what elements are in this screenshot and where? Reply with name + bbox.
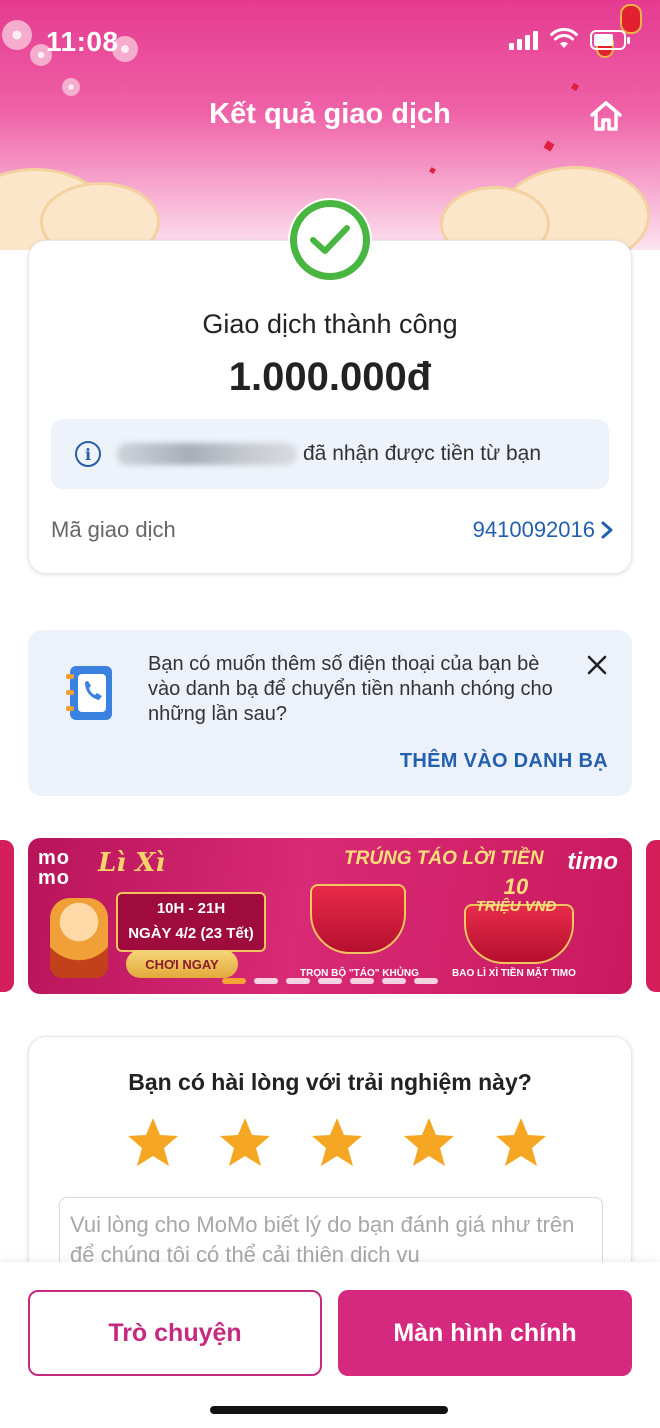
- close-icon[interactable]: [586, 654, 608, 676]
- add-contact-message: Bạn có muốn thêm số điện thoại của bạn b…: [148, 653, 553, 725]
- result-amount: 1.000.000đ: [228, 355, 432, 399]
- confetti-decoration: [429, 167, 436, 174]
- info-icon: i: [75, 441, 101, 467]
- carousel-dot[interactable]: [254, 978, 278, 984]
- star-icon[interactable]: [125, 1115, 181, 1171]
- banner-headline: TRÚNG TÁO LỜI TIỀN: [344, 848, 544, 869]
- promo-banner[interactable]: mo mo Lì Xì 10H - 21H NGÀY 4/2 (23 Tết) C…: [28, 838, 632, 994]
- home-indicator: [210, 1406, 448, 1414]
- star-icon[interactable]: [309, 1115, 365, 1171]
- battery-icon: [590, 30, 630, 50]
- carousel-dot[interactable]: [382, 978, 406, 984]
- momo-logo: mo mo: [38, 847, 70, 889]
- prize-unit: TRIỆU VNĐ: [475, 898, 557, 915]
- redacted-recipient-name: [117, 443, 297, 465]
- result-card: Giao dịch thành công 1.000.000đ i đã nhậ…: [28, 240, 632, 574]
- previous-banner-peek[interactable]: [0, 840, 14, 992]
- prize-gift-box: [310, 884, 406, 954]
- event-date: NGÀY 4/2 (23 Tết): [128, 925, 254, 942]
- prize-number: 10: [503, 874, 529, 899]
- event-time-range: 10H - 21H: [156, 900, 226, 917]
- carousel-dot[interactable]: [350, 978, 374, 984]
- chat-button[interactable]: Trò chuyện: [28, 1290, 322, 1376]
- blossom-decoration: [62, 78, 80, 96]
- blossom-decoration: [2, 20, 32, 50]
- carousel-dot[interactable]: [286, 978, 310, 984]
- play-now-button[interactable]: CHƠI NGAY: [126, 950, 238, 978]
- transaction-id-link[interactable]: 9410092016: [473, 517, 595, 543]
- signal-icon: [509, 30, 538, 50]
- timo-logo: timo: [567, 848, 618, 875]
- recipient-info-text: đã nhận được tiền từ bạn: [303, 442, 542, 465]
- confetti-decoration: [543, 140, 555, 152]
- carousel-dot[interactable]: [222, 978, 246, 984]
- bottom-action-bar: Trò chuyện Màn hình chính: [0, 1262, 660, 1428]
- home-screen-button[interactable]: Màn hình chính: [338, 1290, 632, 1376]
- confetti-decoration: [570, 82, 580, 92]
- star-icon[interactable]: [401, 1115, 457, 1171]
- mascot-illustration: [50, 898, 108, 978]
- transaction-id-label: Mã giao dịch: [51, 517, 176, 542]
- status-icons: [509, 27, 630, 50]
- prize-amount: 10 TRIỆU VNĐ: [466, 874, 566, 916]
- wifi-icon: [550, 27, 578, 50]
- carousel-dots: [222, 978, 438, 984]
- star-icon[interactable]: [217, 1115, 273, 1171]
- home-icon[interactable]: [588, 98, 624, 134]
- add-to-contacts-link[interactable]: THÊM VÀO DANH BẠ: [400, 750, 608, 773]
- success-check-icon: [288, 198, 372, 282]
- rating-question: Bạn có hài lòng với trải nghiệm này?: [128, 1069, 532, 1095]
- add-contact-prompt: Bạn có muốn thêm số điện thoại của bạn b…: [28, 630, 632, 796]
- carousel-dot[interactable]: [414, 978, 438, 984]
- recipient-info-box: i đã nhận được tiền từ bạn: [51, 419, 609, 489]
- chevron-right-icon[interactable]: [599, 520, 615, 540]
- contact-book-icon: [66, 666, 112, 720]
- prize-caption-2: BAO LÌ XÌ TIỀN MẶT TIMO: [452, 968, 576, 979]
- next-banner-peek[interactable]: [646, 840, 660, 992]
- lixi-event-logo: Lì Xì: [98, 848, 166, 878]
- star-rating: [125, 1115, 549, 1171]
- event-time-box: 10H - 21H NGÀY 4/2 (23 Tết): [116, 892, 266, 952]
- carousel-dot[interactable]: [318, 978, 342, 984]
- result-title: Giao dịch thành công: [202, 309, 458, 339]
- status-time: 11:08: [46, 26, 119, 57]
- star-icon[interactable]: [493, 1115, 549, 1171]
- page-title: Kết quả giao dịch: [209, 98, 451, 130]
